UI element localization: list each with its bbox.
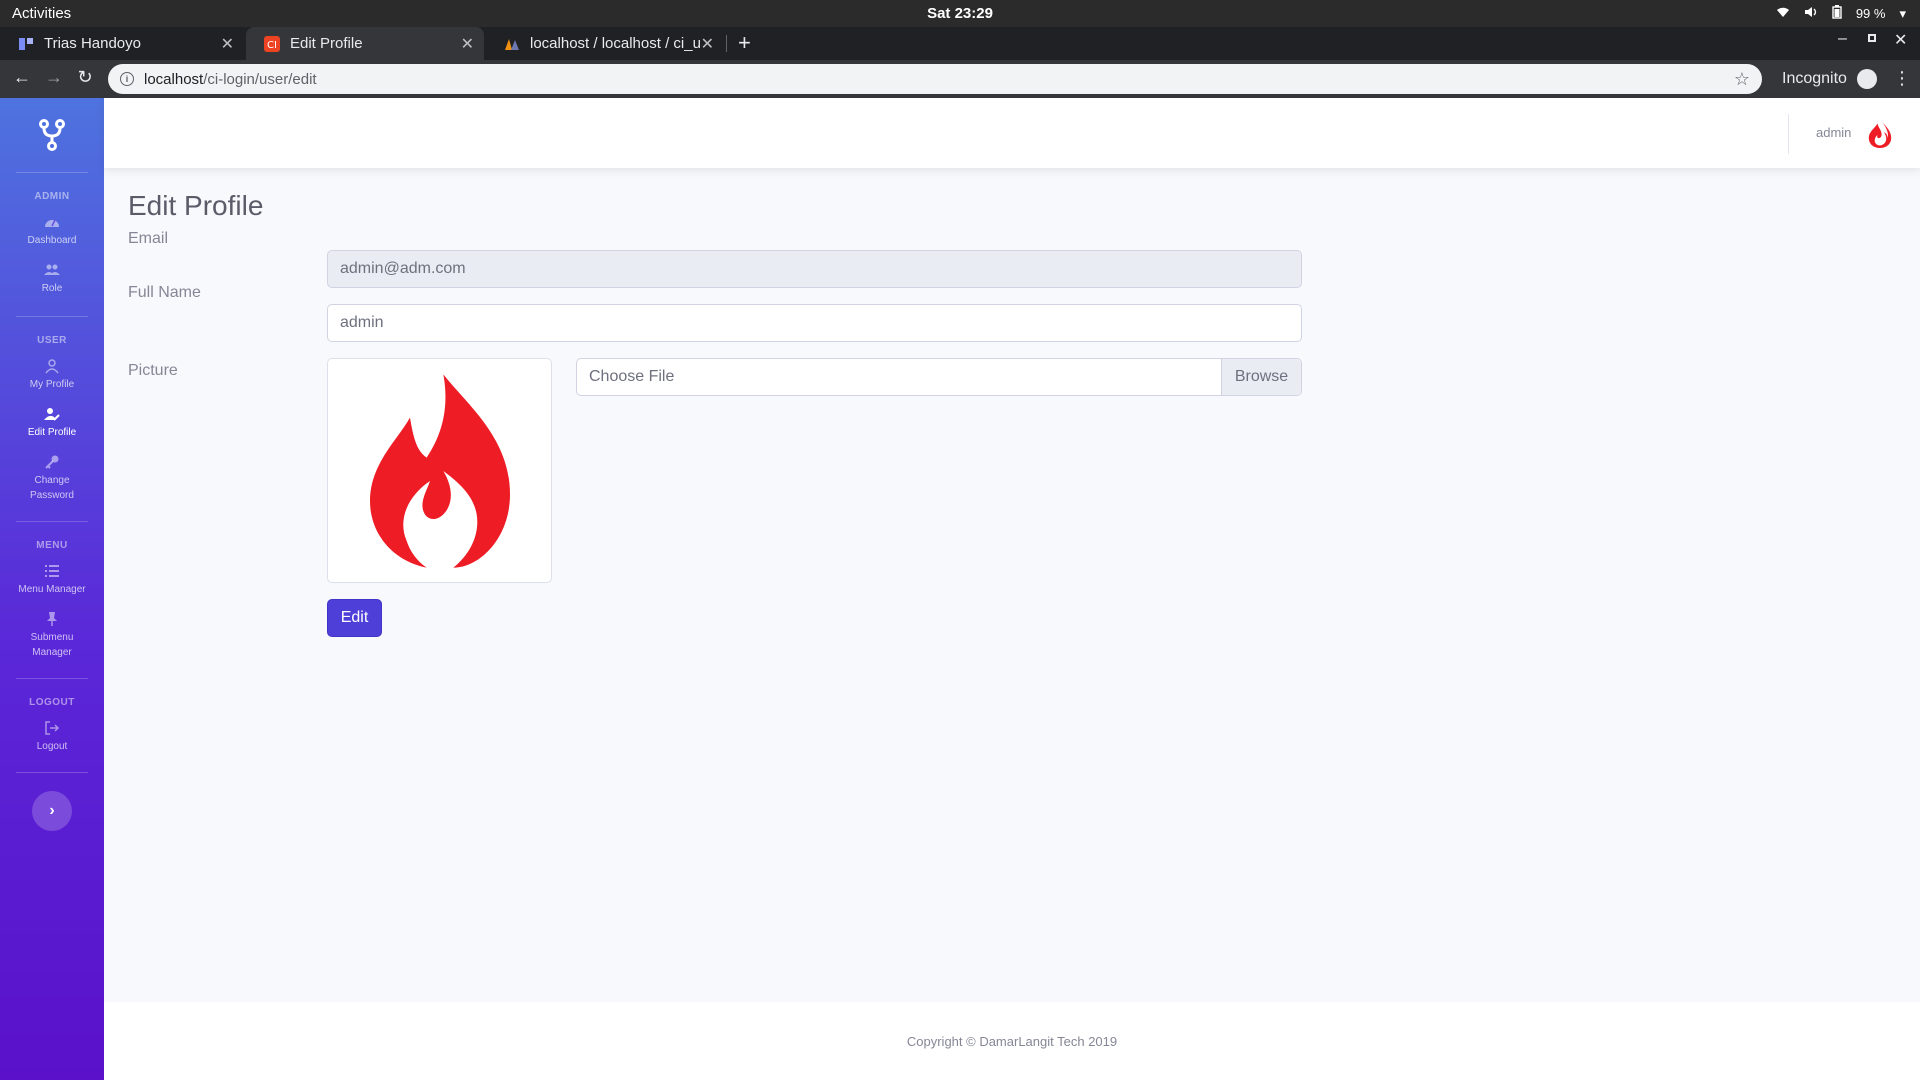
- avatar[interactable]: [1864, 117, 1896, 149]
- tab-title: Trias Handoyo: [44, 35, 141, 52]
- url-host: localhost: [144, 70, 204, 88]
- chevron-down-icon: ▾: [1899, 5, 1906, 21]
- incognito-indicator[interactable]: Incognito: [1782, 69, 1877, 89]
- sidebar-item-logout[interactable]: Logout: [0, 714, 104, 762]
- tab-separator: [726, 35, 727, 52]
- sidebar-heading-admin: ADMIN: [34, 191, 70, 202]
- email-field[interactable]: admin@adm.com: [327, 250, 1302, 288]
- wifi-icon: [1776, 6, 1790, 21]
- forward-icon[interactable]: →: [42, 67, 66, 88]
- browse-button[interactable]: Browse: [1221, 359, 1301, 395]
- user-edit-icon: [44, 408, 60, 421]
- dashboard-icon: [45, 219, 59, 227]
- sidebar-item-change-password[interactable]: Change Password: [0, 448, 104, 511]
- chevron-right-icon: ›: [49, 802, 55, 819]
- tab-phpmyadmin[interactable]: localhost / localhost / ci_u ✕: [486, 27, 724, 60]
- sidebar-heading-menu: MENU: [36, 540, 68, 551]
- sidebar-item-menu-manager[interactable]: Menu Manager: [0, 557, 104, 605]
- tab-trias-handoyo[interactable]: Trias Handoyo ✕: [0, 27, 244, 60]
- sign-out-icon: [45, 721, 60, 735]
- code-branch-icon: [39, 119, 65, 151]
- sidebar-toggle-button[interactable]: ›: [32, 791, 72, 831]
- activities-button[interactable]: Activities: [12, 5, 71, 22]
- picture-label: Picture: [128, 362, 178, 379]
- key-icon: [45, 455, 59, 469]
- sidebar-heading-logout: LOGOUT: [29, 697, 75, 708]
- more-menu-icon[interactable]: ⋮: [1893, 68, 1911, 89]
- incognito-icon: [1856, 69, 1877, 89]
- topbar-username[interactable]: admin: [1816, 125, 1851, 140]
- close-icon[interactable]: ✕: [701, 34, 714, 54]
- profile-picture-thumbnail: [327, 358, 552, 583]
- incognito-label: Incognito: [1782, 70, 1847, 87]
- os-top-bar: Activities Sat 23:29 99 % ▾: [0, 0, 1920, 27]
- codeigniter-flame-icon: [369, 373, 510, 568]
- system-tray[interactable]: 99 % ▾: [1776, 5, 1906, 22]
- close-icon[interactable]: ✕: [461, 34, 474, 54]
- close-icon[interactable]: ✕: [221, 34, 234, 54]
- topbar-divider: [1788, 114, 1789, 154]
- sidebar-item-submenu-manager[interactable]: Submenu Manager: [0, 605, 104, 668]
- phpmyadmin-icon: [504, 36, 520, 52]
- footer-copyright: Copyright © DamarLangit Tech 2019: [906, 1033, 1118, 1049]
- sidebar-item-edit-profile[interactable]: Edit Profile: [0, 400, 104, 448]
- sidebar-item-role[interactable]: Role: [0, 256, 104, 304]
- email-label: Email: [128, 230, 169, 247]
- sidebar-item-label: My Profile: [29, 379, 75, 390]
- maximize-button[interactable]: [1866, 30, 1878, 49]
- page-title: Edit Profile: [128, 190, 264, 221]
- footer: Copyright © DamarLangit Tech 2019: [104, 1002, 1920, 1080]
- battery-percent: 99 %: [1855, 6, 1886, 21]
- tab-title: localhost / localhost / ci_u: [530, 35, 701, 52]
- minimize-button[interactable]: –: [1838, 30, 1847, 48]
- fullname-label: Full Name: [128, 284, 201, 301]
- sidebar-item-label: Change Password: [30, 475, 74, 501]
- battery-icon: [1832, 5, 1842, 22]
- bookmark-star-icon[interactable]: ☆: [1734, 69, 1750, 90]
- clock[interactable]: Sat 23:29: [0, 5, 1920, 22]
- url-path: /ci-login/user/edit: [203, 70, 317, 88]
- list-icon: [45, 565, 59, 577]
- topbar: admin: [104, 98, 1920, 168]
- users-icon: [44, 264, 60, 275]
- new-tab-button[interactable]: +: [738, 30, 751, 56]
- file-input[interactable]: Choose File Browse: [576, 358, 1302, 396]
- sidebar-divider: [16, 772, 88, 773]
- volume-icon: [1804, 6, 1818, 21]
- sidebar-heading-user: USER: [37, 335, 67, 346]
- file-input-placeholder: Choose File: [589, 368, 675, 385]
- fullname-field[interactable]: admin: [327, 304, 1302, 342]
- sidebar: ADMIN Dashboard Role USER My Profile Edi…: [0, 98, 104, 1080]
- sidebar-item-label: Menu Manager: [18, 584, 86, 595]
- user-icon: [45, 359, 59, 374]
- tab-strip: Trias Handoyo ✕ CI Edit Profile ✕ localh…: [0, 27, 1920, 60]
- app-root: ADMIN Dashboard Role USER My Profile Edi…: [0, 98, 1920, 1080]
- close-window-button[interactable]: ✕: [1894, 30, 1907, 50]
- sidebar-item-my-profile[interactable]: My Profile: [0, 352, 104, 400]
- sidebar-item-label: Dashboard: [27, 235, 77, 246]
- thumbtack-icon: [47, 612, 57, 626]
- browser-toolbar: ← → ↻ i localhost /ci-login/user/edit ☆ …: [0, 60, 1920, 98]
- info-icon[interactable]: i: [120, 72, 134, 86]
- tab-title: Edit Profile: [290, 35, 363, 52]
- back-icon[interactable]: ←: [10, 67, 34, 88]
- sidebar-item-dashboard[interactable]: Dashboard: [0, 208, 104, 256]
- sidebar-item-label: Submenu Manager: [30, 632, 74, 658]
- figma-like-icon: [18, 36, 34, 52]
- brand-logo[interactable]: [0, 98, 104, 172]
- codeigniter-icon: CI: [264, 35, 280, 52]
- reload-icon[interactable]: ↻: [73, 67, 97, 88]
- edit-button[interactable]: Edit: [327, 599, 382, 637]
- svg-text:CI: CI: [267, 40, 277, 51]
- sidebar-item-label: Edit Profile: [27, 427, 77, 438]
- sidebar-item-label: Role: [41, 283, 63, 294]
- sidebar-item-label: Logout: [36, 741, 68, 752]
- address-bar[interactable]: i localhost /ci-login/user/edit ☆: [108, 64, 1762, 94]
- tab-edit-profile[interactable]: CI Edit Profile ✕: [246, 27, 484, 60]
